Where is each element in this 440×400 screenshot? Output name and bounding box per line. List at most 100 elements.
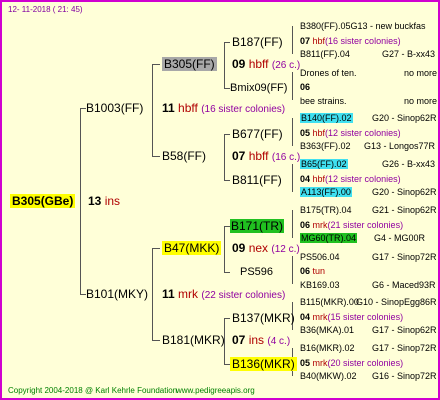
pedigree-chart: 12- 11-2018 ( 21: 45) B305(GBe) 13 ins B… — [0, 0, 440, 400]
grandparent-1[interactable]: B305(FF) — [162, 57, 217, 71]
copyright: Copyright 2004-2018 @ Karl Kehrle Founda… — [8, 386, 178, 395]
g4-code: ins — [248, 333, 265, 347]
leaf-bottom[interactable]: A113(FF).00 — [300, 187, 352, 198]
leaf-sisters: (12 sister colonies) — [325, 174, 401, 184]
ggp-8-name: B136(MKR) — [230, 357, 297, 371]
grandparent-2[interactable]: B58(FF) — [162, 149, 206, 163]
leaf-gen-num: 06 — [300, 220, 311, 230]
g2-sisters: (16 c.) — [271, 152, 301, 163]
root-generation: 13 ins — [88, 194, 120, 208]
connector — [292, 26, 293, 54]
ggp-6[interactable]: PS596 — [240, 265, 273, 279]
leaf-top[interactable]: B65(FF).02 — [300, 159, 348, 170]
leaf-bottom[interactable]: B811(FF).04 — [300, 49, 350, 60]
ggp-4[interactable]: B811(FF) — [232, 173, 282, 187]
leaf-gen: 06 tun — [300, 266, 325, 277]
grandparent-4-generation: 07 ins (4 c.) — [232, 333, 290, 349]
p2-code: mrk — [178, 287, 199, 301]
leaf-code: tun — [312, 266, 326, 276]
connector — [152, 248, 160, 249]
ggp-2[interactable]: Bmix09(FF) — [230, 81, 287, 95]
connector — [292, 72, 293, 100]
leaf-gen: 07 hbf(16 sister colonies) — [300, 36, 401, 47]
site-link[interactable]: www.pedigreeapis.org — [176, 386, 255, 396]
leaf-gen-num: 06 — [300, 82, 311, 92]
leaf-location: G20 - Sinop62R — [372, 113, 437, 123]
leaf-sisters: (12 sister colonies) — [325, 128, 401, 138]
parent-1-generation: 11 hbff (16 sister colonies) — [162, 101, 285, 117]
g1-code: hbff — [248, 57, 269, 71]
leaf-location: G13 - Longos77R — [364, 141, 436, 151]
connector — [152, 156, 160, 157]
timestamp: 12- 11-2018 ( 21: 45) — [8, 5, 83, 14]
leaf-sisters: (21 sister colonies) — [327, 220, 404, 230]
leaf-bottom: bee strains. — [300, 96, 347, 106]
connector — [152, 340, 160, 341]
connector — [224, 134, 230, 135]
leaf-top-name: B65(FF).02 — [300, 159, 348, 169]
connector — [292, 118, 293, 146]
ggp-5-name: B171(TR) — [230, 219, 285, 233]
g4-sisters: (4 c.) — [267, 336, 291, 347]
leaf-code: hbf — [312, 174, 326, 184]
grandparent-4[interactable]: B181(MKR) — [162, 333, 225, 347]
root-name: B305(GBe) — [10, 194, 76, 208]
p2-sisters: (22 sister colonies) — [201, 290, 286, 301]
connector — [224, 272, 230, 273]
parent-2[interactable]: B101(MKY) — [86, 287, 148, 301]
leaf-bottom[interactable]: B40(MKW).02 — [300, 371, 357, 382]
parent-1[interactable]: B1003(FF) — [86, 101, 143, 115]
leaf-location: G17 - Sinop72R — [372, 343, 437, 353]
leaf-bottom[interactable]: MG60(TR).04 — [300, 233, 358, 244]
leaf-bottom-name: A113(FF).00 — [300, 187, 352, 197]
leaf-top[interactable]: B16(MKR).02 — [300, 343, 355, 354]
leaf-gen: 05 mrk(20 sister colonies) — [300, 358, 403, 369]
connector — [80, 108, 81, 294]
grandparent-3-generation: 09 nex (12 c.) — [232, 241, 300, 257]
leaf-bottom[interactable]: KB169.03 — [300, 280, 340, 291]
g2-gen: 07 — [232, 149, 246, 163]
leaf-sisters: (20 sister colonies) — [327, 358, 404, 368]
g1-name: B305(FF) — [162, 57, 217, 71]
connector — [224, 180, 230, 181]
grandparent-2-generation: 07 hbff (16 c.) — [232, 149, 300, 165]
grandparent-3[interactable]: B47(MKK) — [162, 241, 222, 255]
p1-sisters: (16 sister colonies) — [201, 104, 286, 115]
leaf-top[interactable]: B175(TR).04 — [300, 205, 352, 216]
ggp-7[interactable]: B137(MKR) — [232, 311, 295, 325]
g1-sisters: (26 c.) — [271, 60, 301, 71]
leaf-code: mrk — [312, 312, 328, 322]
leaf-gen: 04 hbf(12 sister colonies) — [300, 174, 401, 185]
ggp-1[interactable]: B187(FF) — [232, 35, 283, 49]
g3-code: nex — [248, 241, 269, 255]
leaf-gen: 06 mrk(21 sister colonies) — [300, 220, 403, 231]
leaf-location: no more — [404, 96, 438, 106]
ggp-5[interactable]: B171(TR) — [230, 219, 285, 233]
leaf-bottom[interactable]: B363(FF).02 — [300, 141, 351, 152]
leaf-bottom-name: MG60(TR).04 — [300, 233, 358, 243]
root-code: ins — [104, 194, 121, 208]
ggp-3[interactable]: B677(FF) — [232, 127, 283, 141]
leaf-code: hbf — [312, 36, 326, 46]
g3-name: B47(MKK) — [162, 241, 222, 255]
connector — [292, 256, 293, 284]
leaf-gen: 04 mrk(15 sister colonies) — [300, 312, 403, 323]
leaf-top[interactable]: B115(MKR).00 — [300, 297, 359, 308]
p1-code: hbff — [178, 101, 198, 115]
connector — [224, 226, 225, 272]
leaf-top[interactable]: B380(FF).05G13 - new buckfas — [300, 21, 426, 32]
connector — [224, 318, 230, 319]
leaf-location: G16 - Sinop72R — [372, 371, 437, 381]
leaf-top[interactable]: PS506.04 — [300, 252, 340, 263]
connector — [292, 164, 293, 192]
leaf-location: G27 - B-xx43 — [382, 49, 436, 59]
leaf-bottom[interactable]: B36(MKA).01 — [300, 325, 354, 336]
root-queen[interactable]: B305(GBe) — [10, 194, 76, 208]
leaf-gen-num: 07 — [300, 36, 311, 46]
leaf-top: Drones of ten. — [300, 68, 357, 78]
leaf-top[interactable]: B140(FF).02 — [300, 113, 353, 124]
ggp-8[interactable]: B136(MKR) — [230, 357, 297, 371]
connector — [292, 210, 293, 238]
connector — [152, 64, 160, 65]
leaf-code: mrk — [312, 220, 328, 230]
